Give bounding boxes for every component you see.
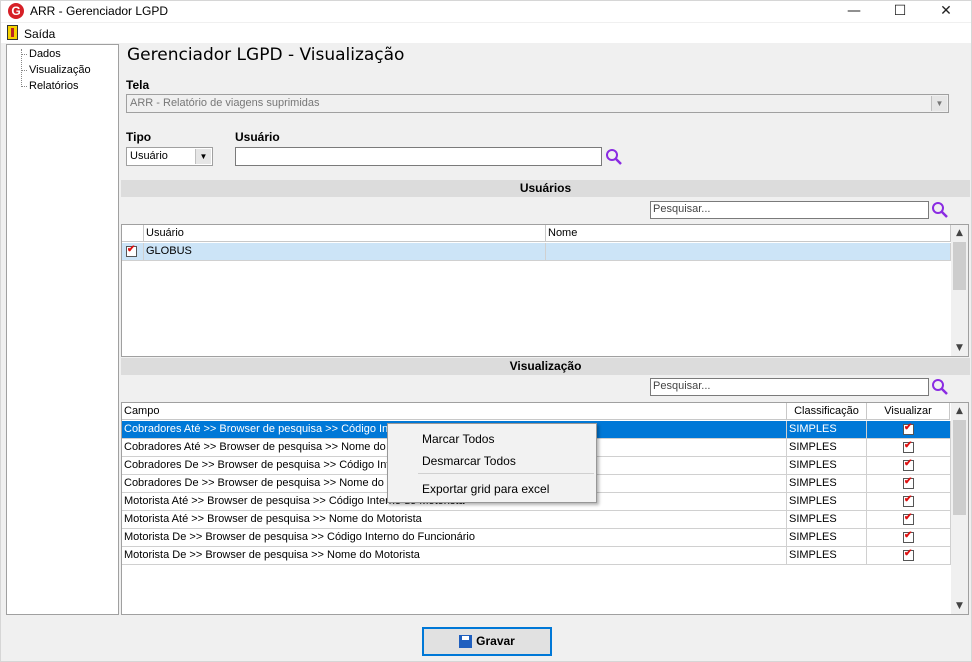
table-cell-campo[interactable]: Motorista Até >> Browser de pesquisa >> … bbox=[122, 511, 787, 529]
tree-item-dados[interactable]: Dados bbox=[21, 48, 61, 60]
close-button[interactable]: ✕ bbox=[923, 1, 969, 22]
visualizar-checkbox[interactable] bbox=[903, 476, 914, 489]
chevron-down-icon[interactable]: ▼ bbox=[195, 149, 211, 164]
tipo-label: Tipo bbox=[126, 130, 152, 144]
usuario-label: Usuário bbox=[235, 130, 280, 144]
view-section-title: Visualização bbox=[121, 358, 970, 375]
menu-item-mark-all[interactable]: Marcar Todos bbox=[422, 432, 494, 446]
grid-header-check bbox=[122, 225, 144, 242]
table-cell-classificacao[interactable]: SIMPLES bbox=[787, 511, 867, 529]
table-cell-visualizar[interactable] bbox=[867, 475, 951, 493]
table-cell-visualizar[interactable] bbox=[867, 511, 951, 529]
navigation-tree: Dados Visualização Relatórios bbox=[6, 44, 119, 615]
menu-separator bbox=[418, 473, 594, 474]
scroll-thumb[interactable] bbox=[953, 420, 966, 515]
page-title: Gerenciador LGPD - Visualização bbox=[127, 45, 405, 65]
table-cell-classificacao[interactable]: SIMPLES bbox=[787, 439, 867, 457]
tela-select[interactable]: ARR - Relatório de viagens suprimidas ▼ bbox=[126, 94, 949, 113]
tela-label: Tela bbox=[126, 78, 150, 92]
view-scrollbar[interactable]: ▲ ▼ bbox=[951, 403, 968, 614]
scroll-down-icon[interactable]: ▼ bbox=[951, 340, 968, 356]
users-grid: Usuário Nome GLOBUS ▲ ▼ bbox=[121, 224, 969, 357]
grid-header-usuario[interactable]: Usuário bbox=[144, 225, 546, 242]
exit-door-icon[interactable] bbox=[7, 25, 18, 40]
app-logo-icon: G bbox=[8, 3, 24, 19]
row-checkbox-cell[interactable] bbox=[122, 243, 144, 261]
save-button[interactable]: Gravar bbox=[422, 627, 552, 656]
table-cell-campo[interactable]: Motorista De >> Browser de pesquisa >> C… bbox=[122, 529, 787, 547]
table-cell-classificacao[interactable]: SIMPLES bbox=[787, 547, 867, 565]
table-cell-visualizar[interactable] bbox=[867, 493, 951, 511]
tree-item-relatorios[interactable]: Relatórios bbox=[21, 80, 79, 92]
search-icon[interactable] bbox=[605, 148, 623, 166]
scroll-up-icon[interactable]: ▲ bbox=[951, 403, 968, 419]
table-cell-classificacao[interactable]: SIMPLES bbox=[787, 475, 867, 493]
table-cell-campo[interactable]: Motorista De >> Browser de pesquisa >> N… bbox=[122, 547, 787, 565]
table-cell-usuario[interactable]: GLOBUS bbox=[144, 243, 546, 261]
chevron-down-icon[interactable]: ▼ bbox=[931, 96, 947, 111]
table-cell-visualizar[interactable] bbox=[867, 421, 951, 439]
visualizar-checkbox[interactable] bbox=[903, 548, 914, 561]
grid-header-visualizar[interactable]: Visualizar bbox=[867, 403, 950, 420]
visualizar-checkbox[interactable] bbox=[903, 458, 914, 471]
minimize-button[interactable]: — bbox=[831, 1, 877, 22]
menu-item-export-excel[interactable]: Exportar grid para excel bbox=[422, 482, 549, 496]
visualizar-checkbox[interactable] bbox=[903, 530, 914, 543]
search-icon[interactable] bbox=[931, 378, 949, 396]
table-cell-nome[interactable] bbox=[546, 243, 951, 261]
table-cell-visualizar[interactable] bbox=[867, 457, 951, 475]
tree-item-visualizacao[interactable]: Visualização bbox=[21, 64, 91, 76]
usuario-input[interactable] bbox=[235, 147, 602, 166]
menu-exit[interactable]: Saída bbox=[24, 27, 55, 41]
visualizar-checkbox[interactable] bbox=[903, 494, 914, 507]
table-cell-visualizar[interactable] bbox=[867, 529, 951, 547]
visualizar-checkbox[interactable] bbox=[903, 512, 914, 525]
app-window: G ARR - Gerenciador LGPD — ☐ ✕ Saída Dad… bbox=[0, 0, 972, 662]
table-cell-classificacao[interactable]: SIMPLES bbox=[787, 457, 867, 475]
users-scrollbar[interactable]: ▲ ▼ bbox=[951, 225, 968, 356]
menu-bar bbox=[1, 23, 971, 43]
view-search-input[interactable]: Pesquisar... bbox=[650, 378, 929, 396]
window-title: ARR - Gerenciador LGPD bbox=[30, 4, 169, 18]
tela-value: ARR - Relatório de viagens suprimidas bbox=[130, 97, 320, 109]
title-bar: G ARR - Gerenciador LGPD — ☐ ✕ bbox=[1, 1, 971, 22]
table-cell-visualizar[interactable] bbox=[867, 547, 951, 565]
grid-header-classificacao[interactable]: Classificação bbox=[787, 403, 867, 420]
users-section-title: Usuários bbox=[121, 180, 970, 197]
maximize-button[interactable]: ☐ bbox=[877, 1, 923, 22]
save-button-label: Gravar bbox=[476, 634, 515, 648]
users-search-input[interactable]: Pesquisar... bbox=[650, 201, 929, 219]
tipo-select[interactable]: Usuário ▼ bbox=[126, 147, 213, 166]
search-icon[interactable] bbox=[931, 201, 949, 219]
table-cell-classificacao[interactable]: SIMPLES bbox=[787, 529, 867, 547]
visualizar-checkbox[interactable] bbox=[903, 440, 914, 453]
tipo-value: Usuário bbox=[130, 150, 168, 162]
floppy-disk-icon bbox=[459, 635, 473, 649]
row-checkbox[interactable] bbox=[126, 244, 137, 257]
grid-header-nome[interactable]: Nome bbox=[546, 225, 951, 242]
context-menu: Marcar Todos Desmarcar Todos Exportar gr… bbox=[387, 423, 597, 503]
table-cell-classificacao[interactable]: SIMPLES bbox=[787, 493, 867, 511]
table-cell-visualizar[interactable] bbox=[867, 439, 951, 457]
grid-header-campo[interactable]: Campo bbox=[122, 403, 787, 420]
table-cell-classificacao[interactable]: SIMPLES bbox=[787, 421, 867, 439]
visualizar-checkbox[interactable] bbox=[903, 422, 914, 435]
scroll-up-icon[interactable]: ▲ bbox=[951, 225, 968, 241]
scroll-down-icon[interactable]: ▼ bbox=[951, 598, 968, 614]
scroll-thumb[interactable] bbox=[953, 242, 966, 290]
menu-item-unmark-all[interactable]: Desmarcar Todos bbox=[422, 454, 516, 468]
